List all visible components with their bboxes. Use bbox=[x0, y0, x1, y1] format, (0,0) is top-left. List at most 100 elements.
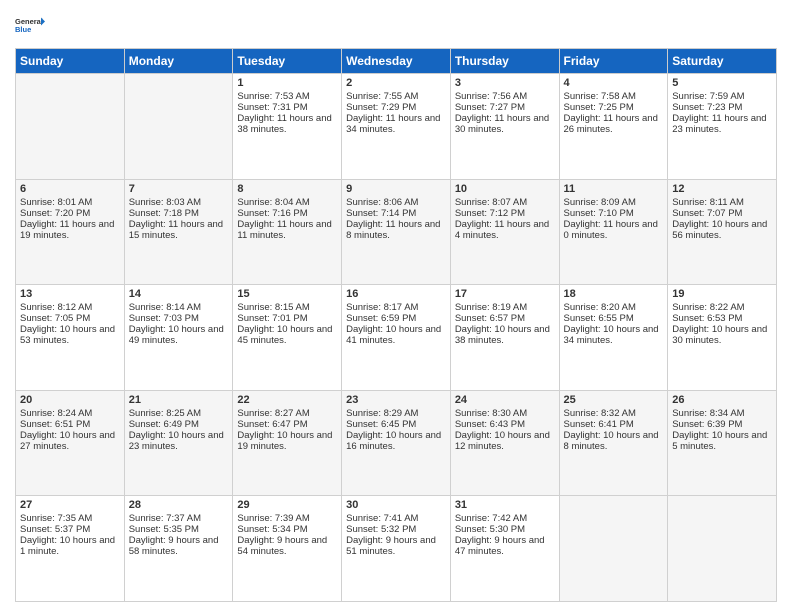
calendar-cell: 29Sunrise: 7:39 AMSunset: 5:34 PMDayligh… bbox=[233, 496, 342, 602]
weekday-header-row: SundayMondayTuesdayWednesdayThursdayFrid… bbox=[16, 49, 777, 74]
sunrise-text: Sunrise: 8:14 AM bbox=[129, 302, 229, 313]
calendar-cell: 2Sunrise: 7:55 AMSunset: 7:29 PMDaylight… bbox=[342, 74, 451, 180]
calendar-cell: 4Sunrise: 7:58 AMSunset: 7:25 PMDaylight… bbox=[559, 74, 668, 180]
sunset-text: Sunset: 6:51 PM bbox=[20, 419, 120, 430]
sunset-text: Sunset: 5:37 PM bbox=[20, 524, 120, 535]
sunset-text: Sunset: 6:43 PM bbox=[455, 419, 555, 430]
sunrise-text: Sunrise: 8:04 AM bbox=[237, 197, 337, 208]
calendar-cell: 1 Sunrise: 7:53 AMSunset: 7:31 PMDaylight… bbox=[233, 74, 342, 180]
calendar-cell: 15Sunrise: 8:15 AMSunset: 7:01 PMDayligh… bbox=[233, 285, 342, 391]
sunset-text: Sunset: 6:57 PM bbox=[455, 313, 555, 324]
daylight-text: Daylight: 10 hours and 8 minutes. bbox=[564, 430, 664, 452]
calendar-cell: 30Sunrise: 7:41 AMSunset: 5:32 PMDayligh… bbox=[342, 496, 451, 602]
weekday-header-tuesday: Tuesday bbox=[233, 49, 342, 74]
sunrise-text: Sunrise: 8:20 AM bbox=[564, 302, 664, 313]
daylight-text: Daylight: 10 hours and 34 minutes. bbox=[564, 324, 664, 346]
sunset-text: Sunset: 7:16 PM bbox=[237, 208, 337, 219]
sunset-text: Sunset: 5:34 PM bbox=[237, 524, 337, 535]
daylight-text: Daylight: 11 hours and 8 minutes. bbox=[346, 219, 446, 241]
sunrise-text: Sunrise: 7:53 AM bbox=[237, 91, 337, 102]
sunrise-text: Sunrise: 8:25 AM bbox=[129, 408, 229, 419]
calendar-cell: 6Sunrise: 8:01 AMSunset: 7:20 PMDaylight… bbox=[16, 179, 125, 285]
daylight-text: Daylight: 10 hours and 49 minutes. bbox=[129, 324, 229, 346]
calendar-cell: 25Sunrise: 8:32 AMSunset: 6:41 PMDayligh… bbox=[559, 390, 668, 496]
sunset-text: Sunset: 7:14 PM bbox=[346, 208, 446, 219]
sunrise-text: Sunrise: 8:11 AM bbox=[672, 197, 772, 208]
calendar-week-row: 20Sunrise: 8:24 AMSunset: 6:51 PMDayligh… bbox=[16, 390, 777, 496]
sunrise-text: Sunrise: 7:58 AM bbox=[564, 91, 664, 102]
calendar-cell bbox=[16, 74, 125, 180]
weekday-header-thursday: Thursday bbox=[450, 49, 559, 74]
sunset-text: Sunset: 7:25 PM bbox=[564, 102, 664, 113]
day-number: 25 bbox=[564, 394, 664, 406]
calendar-cell: 23Sunrise: 8:29 AMSunset: 6:45 PMDayligh… bbox=[342, 390, 451, 496]
sunset-text: Sunset: 7:05 PM bbox=[20, 313, 120, 324]
sunrise-text: Sunrise: 8:06 AM bbox=[346, 197, 446, 208]
weekday-header-friday: Friday bbox=[559, 49, 668, 74]
daylight-text: Daylight: 11 hours and 38 minutes. bbox=[237, 113, 337, 135]
sunset-text: Sunset: 5:30 PM bbox=[455, 524, 555, 535]
daylight-text: Daylight: 10 hours and 41 minutes. bbox=[346, 324, 446, 346]
sunset-text: Sunset: 7:27 PM bbox=[455, 102, 555, 113]
sunrise-text: Sunrise: 7:37 AM bbox=[129, 513, 229, 524]
sunrise-text: Sunrise: 7:39 AM bbox=[237, 513, 337, 524]
sunset-text: Sunset: 7:20 PM bbox=[20, 208, 120, 219]
calendar-cell: 13Sunrise: 8:12 AMSunset: 7:05 PMDayligh… bbox=[16, 285, 125, 391]
calendar-cell bbox=[124, 74, 233, 180]
daylight-text: Daylight: 10 hours and 23 minutes. bbox=[129, 430, 229, 452]
sunset-text: Sunset: 6:47 PM bbox=[237, 419, 337, 430]
sunrise-text: Sunrise: 8:15 AM bbox=[237, 302, 337, 313]
sunset-text: Sunset: 5:32 PM bbox=[346, 524, 446, 535]
daylight-text: Daylight: 9 hours and 47 minutes. bbox=[455, 535, 555, 557]
calendar-table: SundayMondayTuesdayWednesdayThursdayFrid… bbox=[15, 48, 777, 602]
sunset-text: Sunset: 7:31 PM bbox=[237, 102, 337, 113]
sunrise-text: Sunrise: 8:29 AM bbox=[346, 408, 446, 419]
calendar-cell: 3Sunrise: 7:56 AMSunset: 7:27 PMDaylight… bbox=[450, 74, 559, 180]
calendar-week-row: 27Sunrise: 7:35 AMSunset: 5:37 PMDayligh… bbox=[16, 496, 777, 602]
daylight-text: Daylight: 10 hours and 56 minutes. bbox=[672, 219, 772, 241]
day-number: 18 bbox=[564, 288, 664, 300]
day-number: 10 bbox=[455, 183, 555, 195]
day-number: 5 bbox=[672, 77, 772, 89]
calendar-cell: 20Sunrise: 8:24 AMSunset: 6:51 PMDayligh… bbox=[16, 390, 125, 496]
sunrise-text: Sunrise: 7:41 AM bbox=[346, 513, 446, 524]
calendar-week-row: 13Sunrise: 8:12 AMSunset: 7:05 PMDayligh… bbox=[16, 285, 777, 391]
calendar-page: General Blue SundayMondayTuesdayWednesda… bbox=[0, 0, 792, 612]
sunset-text: Sunset: 6:49 PM bbox=[129, 419, 229, 430]
daylight-text: Daylight: 10 hours and 5 minutes. bbox=[672, 430, 772, 452]
logo-bird-icon: General Blue bbox=[15, 10, 45, 40]
sunrise-text: Sunrise: 7:55 AM bbox=[346, 91, 446, 102]
daylight-text: Daylight: 10 hours and 1 minute. bbox=[20, 535, 120, 557]
sunset-text: Sunset: 7:23 PM bbox=[672, 102, 772, 113]
sunset-text: Sunset: 6:39 PM bbox=[672, 419, 772, 430]
sunrise-text: Sunrise: 8:24 AM bbox=[20, 408, 120, 419]
daylight-text: Daylight: 11 hours and 30 minutes. bbox=[455, 113, 555, 135]
sunrise-text: Sunrise: 8:17 AM bbox=[346, 302, 446, 313]
daylight-text: Daylight: 10 hours and 12 minutes. bbox=[455, 430, 555, 452]
daylight-text: Daylight: 10 hours and 45 minutes. bbox=[237, 324, 337, 346]
calendar-cell bbox=[559, 496, 668, 602]
weekday-header-saturday: Saturday bbox=[668, 49, 777, 74]
day-number: 16 bbox=[346, 288, 446, 300]
day-number: 14 bbox=[129, 288, 229, 300]
calendar-cell: 16Sunrise: 8:17 AMSunset: 6:59 PMDayligh… bbox=[342, 285, 451, 391]
day-number: 2 bbox=[346, 77, 446, 89]
calendar-week-row: 1Sunrise: 7:53 AMSunset: 7:31 PMDaylight… bbox=[16, 74, 777, 180]
sunrise-text: Sunrise: 8:32 AM bbox=[564, 408, 664, 419]
day-number: 28 bbox=[129, 499, 229, 511]
sunset-text: Sunset: 7:29 PM bbox=[346, 102, 446, 113]
day-number: 1 bbox=[237, 77, 337, 89]
daylight-text: Daylight: 11 hours and 19 minutes. bbox=[20, 219, 120, 241]
calendar-cell: 26Sunrise: 8:34 AMSunset: 6:39 PMDayligh… bbox=[668, 390, 777, 496]
sunset-text: Sunset: 5:35 PM bbox=[129, 524, 229, 535]
sunset-text: Sunset: 7:03 PM bbox=[129, 313, 229, 324]
header: General Blue bbox=[15, 10, 777, 40]
sunset-text: Sunset: 6:55 PM bbox=[564, 313, 664, 324]
sunrise-text: Sunrise: 8:19 AM bbox=[455, 302, 555, 313]
calendar-cell: 19Sunrise: 8:22 AMSunset: 6:53 PMDayligh… bbox=[668, 285, 777, 391]
sunrise-text: Sunrise: 7:56 AM bbox=[455, 91, 555, 102]
sunset-text: Sunset: 7:07 PM bbox=[672, 208, 772, 219]
weekday-header-monday: Monday bbox=[124, 49, 233, 74]
daylight-text: Daylight: 9 hours and 58 minutes. bbox=[129, 535, 229, 557]
sunset-text: Sunset: 6:53 PM bbox=[672, 313, 772, 324]
